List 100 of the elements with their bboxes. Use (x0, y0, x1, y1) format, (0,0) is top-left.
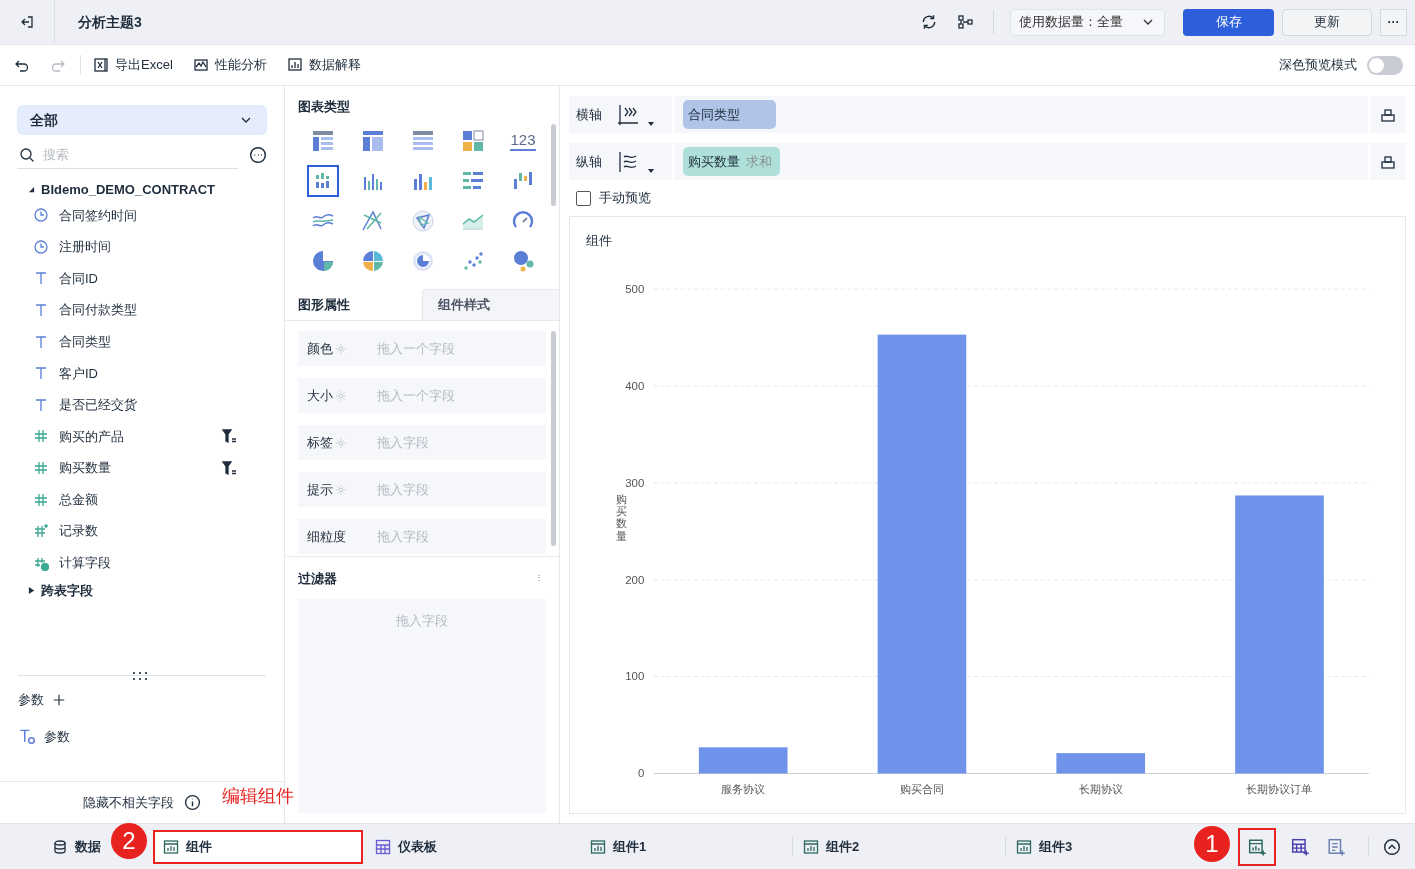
property-drop-zone[interactable]: 细粒度 拖入字段 (298, 519, 546, 554)
field-item[interactable]: 记录数 (59, 521, 267, 541)
axis-tick-label: 长期协议订单 (1246, 783, 1313, 795)
checkbox[interactable] (576, 190, 591, 206)
field-item[interactable]: 购买数量 (59, 458, 211, 478)
plus-icon (52, 692, 66, 707)
property-label: 提示 (307, 480, 333, 499)
page-title: 分析主题3 (78, 12, 142, 32)
chart-plus-icon (1248, 837, 1266, 856)
text-type-icon (33, 270, 49, 287)
collapse-button[interactable] (1383, 837, 1401, 856)
axis-tick-label: 300 (625, 476, 645, 489)
axis-tick-label: 200 (625, 573, 645, 586)
chart-type-button[interactable] (307, 164, 339, 197)
spreadsheet-icon (93, 57, 109, 73)
text-type-icon (33, 365, 49, 382)
axis-icon (616, 102, 640, 127)
chart-type-icon (311, 248, 335, 273)
dropdown-caret-icon[interactable] (648, 121, 654, 126)
search-field[interactable]: 搜索 (43, 144, 238, 165)
axis-tick-label: 500 (625, 282, 645, 295)
more-button[interactable]: ··· (1380, 8, 1407, 36)
toolbar-button[interactable]: 导出Excel (93, 55, 173, 75)
search-icon (19, 146, 35, 163)
field-item[interactable]: 计算字段 (59, 553, 267, 573)
drag-handle-icon[interactable] (132, 671, 148, 681)
chart-type-icon (361, 208, 385, 233)
axis-label: 纵轴 (576, 152, 602, 171)
database-icon (52, 838, 68, 855)
bar-chart-icon (163, 838, 179, 855)
data-amount-dropdown[interactable]: 使用数据量：全量 (1010, 8, 1165, 36)
toolbar-button[interactable]: 数据解释 (286, 55, 361, 75)
field-item[interactable]: 合同签约时间 (59, 205, 267, 226)
clock-icon (33, 207, 49, 224)
add-button[interactable] (52, 692, 66, 707)
axis-title: 购买数量 (615, 492, 627, 542)
add-widget-button[interactable] (1238, 827, 1276, 866)
field-item[interactable]: 总金额 (59, 489, 267, 510)
chart-type-icon (461, 128, 485, 153)
sort-icon (1380, 106, 1396, 123)
axis-tick-label: 400 (625, 379, 645, 392)
property-drop-zone[interactable]: 标签 拖入字段 (298, 425, 546, 460)
field-item[interactable]: 客户ID (59, 363, 267, 383)
expand-caret-icon[interactable] (28, 586, 35, 594)
field-item[interactable]: 合同付款类型 (59, 300, 267, 320)
toolbar-button[interactable]: 性能分析 (192, 55, 267, 75)
bottom-tab[interactable]: 数据 (46, 829, 106, 864)
save-button[interactable]: 保存 (1183, 8, 1274, 36)
drop-placeholder: 拖入字段 (377, 433, 429, 452)
bottom-tab[interactable]: 组件 (153, 829, 363, 864)
info-icon (184, 794, 201, 811)
more-options-button[interactable] (249, 146, 267, 164)
chevron-up-circle-icon (1383, 837, 1401, 856)
text-type-icon (33, 333, 49, 350)
chart-type-icon (361, 128, 385, 153)
axis-tick-label: 长期协议 (1078, 783, 1123, 795)
drop-placeholder: 拖入字段 (396, 611, 448, 630)
bottom-tab[interactable]: 组件2 (793, 829, 1005, 864)
update-button[interactable]: 更新 (1282, 8, 1372, 36)
property-label: 标签 (307, 433, 333, 452)
more-icon (249, 146, 267, 164)
chart-title: 组件 (586, 232, 613, 250)
clock-icon (33, 238, 49, 255)
chart-type-icon (411, 208, 435, 233)
panel-tab[interactable]: 组件样式 (422, 289, 559, 320)
property-drop-zone[interactable]: 提示 拖入字段 (298, 472, 546, 507)
grid-plus-icon (1291, 837, 1309, 856)
folder-name: 跨表字段 (41, 581, 93, 600)
bottom-tab[interactable]: 组件3 (1006, 829, 1176, 864)
text-type-icon (33, 302, 49, 319)
field-item[interactable]: 合同ID (59, 268, 267, 289)
chart-type-button[interactable]: 123 (507, 124, 539, 157)
section-title: 过滤器 (298, 570, 337, 588)
sort-icon (1380, 153, 1396, 170)
axis-tick-label: 100 (625, 669, 645, 682)
hash-icon (33, 460, 49, 477)
dropdown-caret-icon[interactable] (648, 168, 654, 173)
field-item[interactable]: 合同类型 (59, 331, 267, 352)
hide-unrelated-label[interactable]: 隐藏不相关字段 (83, 792, 174, 813)
dark-mode-toggle[interactable] (1367, 55, 1403, 75)
field-item[interactable]: 注册时间 (59, 237, 267, 257)
field-item[interactable]: 购买的产品 (59, 426, 211, 447)
drop-placeholder: 拖入字段 (377, 480, 429, 499)
axis-tick-label: 0 (637, 766, 645, 779)
property-label: 大小 (307, 386, 333, 405)
section-title: 图表类型 (298, 99, 350, 114)
parameter-icon (18, 727, 36, 746)
bottom-tab[interactable]: 组件1 (580, 829, 792, 864)
axis-tick-label: 服务协议 (721, 783, 766, 795)
bottom-tab[interactable]: 仪表板 (365, 829, 580, 864)
parameter-item[interactable]: 参数 (44, 726, 70, 746)
field-pill[interactable]: 合同类型 (683, 100, 776, 129)
expand-caret-icon[interactable] (28, 186, 35, 194)
field-item[interactable]: 是否已经交货 (59, 395, 267, 415)
toggle-label: 深色预览模式 (1279, 56, 1357, 75)
scope-dropdown[interactable]: 全部 (17, 105, 267, 135)
document-plus-icon (1327, 837, 1345, 856)
chart-type-icon (361, 248, 385, 273)
field-pill[interactable]: 购买数量 求和 (683, 147, 780, 176)
text-type-icon (33, 396, 49, 413)
